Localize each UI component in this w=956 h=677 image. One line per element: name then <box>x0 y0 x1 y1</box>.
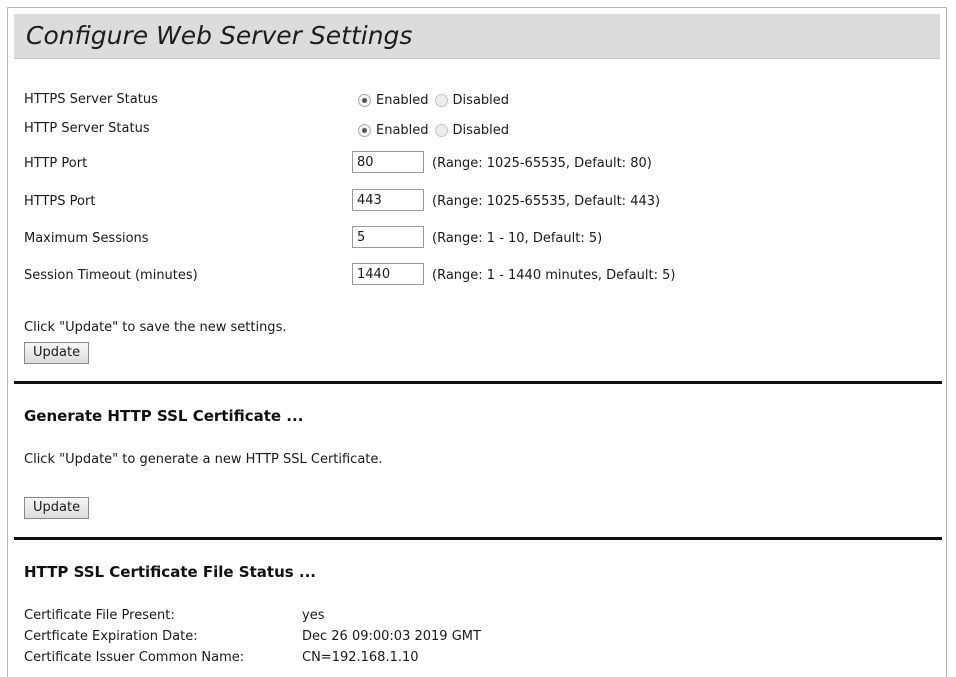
cert-issuer-label: Certificate Issuer Common Name: <box>24 650 245 665</box>
cert-expiration-value: Dec 26 09:00:03 2019 GMT <box>302 629 481 644</box>
https-status-label: HTTPS Server Status <box>24 92 158 107</box>
session-timeout-label: Session Timeout (minutes) <box>24 268 198 283</box>
title-bar: Configure Web Server Settings <box>14 14 940 59</box>
save-instruction: Click "Update" to save the new settings. <box>24 320 287 335</box>
cert-file-present-value: yes <box>302 608 325 623</box>
https-port-label: HTTPS Port <box>24 194 96 209</box>
http-port-input[interactable] <box>352 151 424 173</box>
section-divider <box>14 381 942 384</box>
ssl-status-heading: HTTP SSL Certificate File Status ... <box>24 563 316 581</box>
section-divider <box>14 537 942 540</box>
cert-expiration-label: Certficate Expiration Date: <box>24 629 198 644</box>
update-settings-button[interactable]: Update <box>24 342 90 364</box>
https-port-input[interactable] <box>352 189 424 211</box>
http-port-hint: (Range: 1025-65535, Default: 80) <box>432 156 652 171</box>
generate-ssl-instruction: Click "Update" to generate a new HTTP SS… <box>24 452 383 467</box>
https-enabled-radio[interactable] <box>358 94 371 107</box>
https-disabled-radio[interactable] <box>434 94 448 107</box>
https-port-hint: (Range: 1025-65535, Default: 443) <box>432 194 661 209</box>
https-status-radio-group: Enabled Disabled <box>358 93 515 108</box>
max-sessions-hint: (Range: 1 - 10, Default: 5) <box>432 231 603 246</box>
http-disabled-radio[interactable] <box>434 124 448 137</box>
http-status-label: HTTP Server Status <box>24 121 150 136</box>
https-enabled-label[interactable]: Enabled <box>376 93 429 108</box>
cert-file-present-label: Certificate File Present: <box>24 608 175 623</box>
max-sessions-label: Maximum Sessions <box>24 231 149 246</box>
session-timeout-input[interactable] <box>352 263 424 285</box>
http-status-radio-group: Enabled Disabled <box>358 123 515 138</box>
generate-ssl-heading: Generate HTTP SSL Certificate ... <box>24 407 304 425</box>
http-port-label: HTTP Port <box>24 156 88 171</box>
http-enabled-label[interactable]: Enabled <box>376 123 429 138</box>
https-disabled-label[interactable]: Disabled <box>453 93 509 108</box>
cert-issuer-value: CN=192.168.1.10 <box>302 650 419 665</box>
http-disabled-label[interactable]: Disabled <box>453 123 509 138</box>
session-timeout-hint: (Range: 1 - 1440 minutes, Default: 5) <box>432 268 676 283</box>
max-sessions-input[interactable] <box>352 226 424 248</box>
page-title: Configure Web Server Settings <box>26 21 413 50</box>
generate-ssl-update-button[interactable]: Update <box>24 497 90 519</box>
http-enabled-radio[interactable] <box>358 124 371 137</box>
